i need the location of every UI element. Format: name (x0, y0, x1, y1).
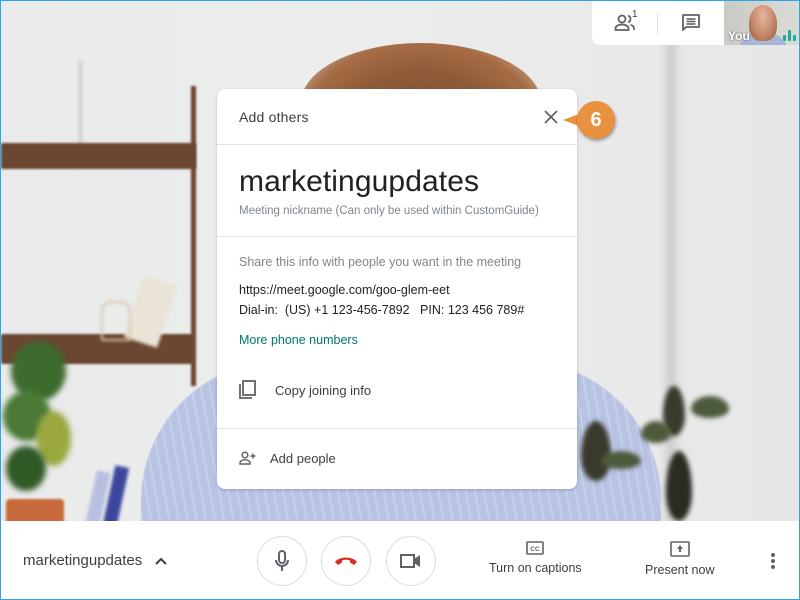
present-now-button[interactable]: Present now (645, 541, 714, 577)
dial-in-number: (US) +1 123-456-7892 (284, 303, 410, 317)
pin-value: 123 456 789# (447, 303, 525, 317)
copy-joining-info-label: Copy joining info (275, 382, 372, 398)
wall-shadow (661, 1, 681, 521)
add-others-dialog: Add others marketingupdates Meeting nick… (217, 89, 577, 489)
meeting-link-prefix: https://meet.google.com/ (239, 283, 376, 297)
meeting-link[interactable]: https://meet.google.com/goo-glem-eet (239, 283, 555, 297)
camera-button[interactable] (386, 536, 436, 586)
shelf-upper (1, 143, 196, 169)
meeting-link-code: goo-glem-eet (375, 283, 450, 297)
participant-count: 1 (632, 9, 638, 20)
plant-leaf (601, 451, 641, 469)
audio-level-icon (783, 30, 796, 41)
dialog-title: Add others (239, 108, 309, 125)
participants-button[interactable]: 1 (592, 1, 657, 45)
bottom-control-bar: marketingupdates CC Turn on captions Pre… (1, 521, 799, 599)
dial-in-info: Dial-in: (US) +1 123-456-7892 PIN: 123 4… (239, 303, 555, 317)
meeting-name-section: marketingupdates Meeting nickname (Can o… (217, 145, 577, 237)
dialog-header: Add others (217, 89, 577, 145)
meeting-details-toggle[interactable]: marketingupdates (23, 552, 168, 569)
more-phone-numbers-link[interactable]: More phone numbers (239, 333, 358, 347)
meeting-name: marketingupdates (239, 165, 480, 198)
add-people-button[interactable]: Add people (217, 429, 577, 487)
chat-icon (681, 14, 700, 31)
leave-call-button[interactable] (321, 536, 371, 586)
chevron-up-icon (155, 557, 167, 565)
meet-window: 1 You Add others marketingupdates Meetin… (0, 0, 800, 600)
microphone-button[interactable] (257, 536, 307, 586)
pin-label: PIN: (420, 303, 445, 317)
vase-decor (79, 61, 105, 156)
share-instructions: Share this info with people you want in … (239, 255, 522, 269)
microphone-icon (275, 550, 289, 571)
hang-up-icon (335, 557, 357, 565)
meeting-name-label: marketingupdates (23, 552, 143, 569)
self-view-face (749, 5, 777, 41)
copy-icon (239, 380, 256, 399)
self-view-tile[interactable]: You (724, 1, 799, 45)
copy-joining-info-button[interactable]: Copy joining info (237, 379, 555, 401)
joining-info-section: Share this info with people you want in … (217, 237, 577, 429)
close-icon (544, 110, 558, 124)
present-screen-icon (669, 541, 690, 557)
lantern-decor (101, 301, 131, 341)
meeting-nickname-note: Meeting nickname (Can only be used withi… (239, 205, 539, 217)
more-vertical-icon (771, 553, 775, 569)
plant-leaf (6, 446, 46, 491)
plant-pot (6, 499, 64, 521)
step-callout: 6 (563, 101, 617, 141)
shelf-post (191, 86, 196, 386)
close-button[interactable] (539, 105, 563, 129)
add-people-label: Add people (270, 450, 336, 466)
plant-leaf (641, 421, 671, 443)
callout-step-number: 6 (577, 101, 615, 139)
svg-text:CC: CC (531, 546, 541, 553)
video-camera-icon (400, 554, 420, 568)
closed-captions-icon: CC (526, 541, 545, 555)
plant-leaf (691, 396, 729, 418)
chat-button[interactable] (658, 1, 723, 45)
captions-label: Turn on captions (489, 561, 582, 575)
plant-stem (666, 451, 692, 521)
captions-button[interactable]: CC Turn on captions (489, 541, 582, 575)
more-options-button[interactable] (763, 549, 783, 573)
present-now-label: Present now (645, 563, 715, 577)
dial-in-label: Dial-in: (239, 303, 278, 317)
self-view-label: You (728, 29, 750, 43)
add-person-icon (239, 451, 256, 465)
